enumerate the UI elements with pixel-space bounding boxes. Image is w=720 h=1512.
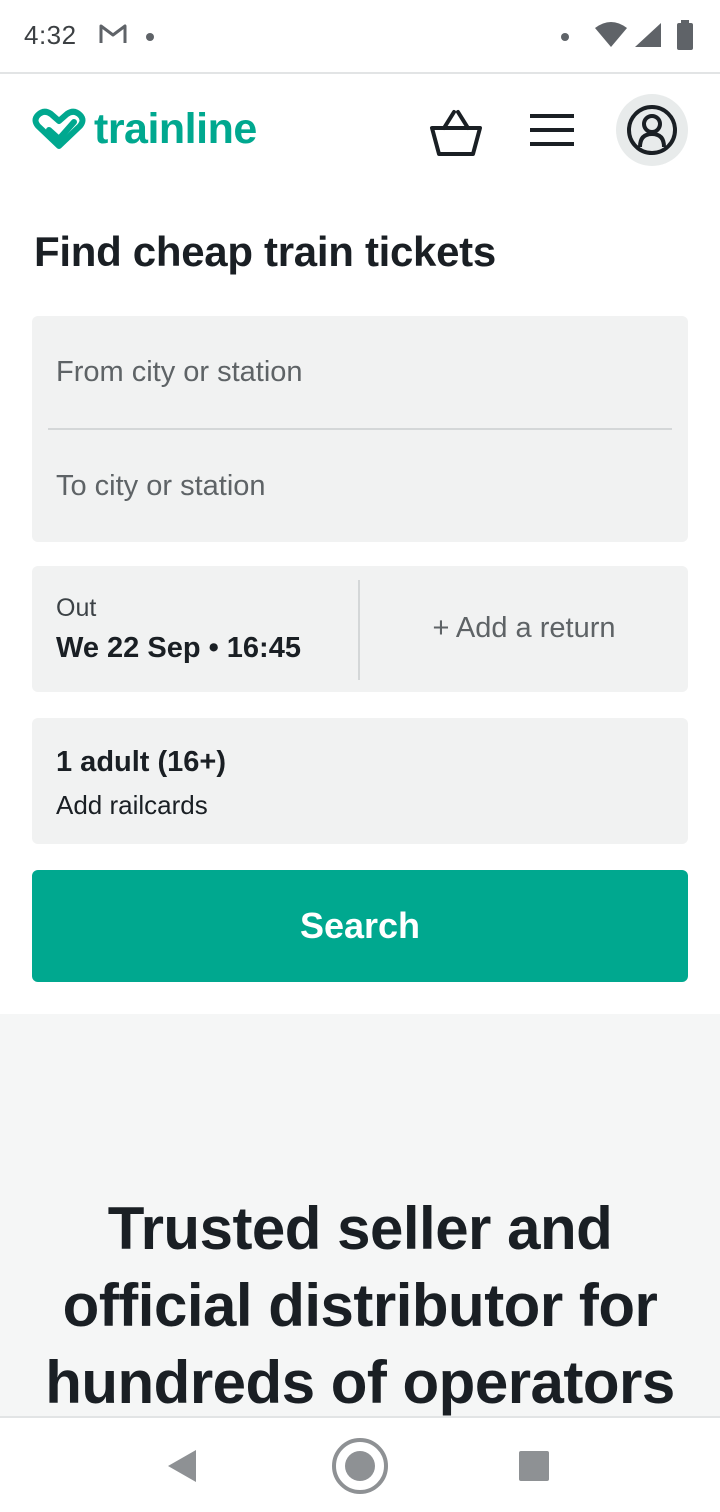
trusted-heading: Trusted seller and official distributor … xyxy=(0,1190,720,1416)
back-icon[interactable] xyxy=(166,1448,198,1484)
trusted-section: Trusted seller and official distributor … xyxy=(0,1014,720,1416)
navigation-bar xyxy=(0,1416,720,1512)
trainline-logo-icon xyxy=(32,108,86,149)
notification-dot-icon xyxy=(146,33,154,41)
trusted-heading-line: hundreds of operators xyxy=(45,1349,675,1416)
passenger-count: 1 adult (16+) xyxy=(56,746,227,778)
search-button[interactable]: Search xyxy=(32,870,688,982)
date-selector: Out We 22 Sep • 16:45 + Add a return xyxy=(32,566,688,692)
home-icon[interactable] xyxy=(330,1436,390,1496)
station-divider xyxy=(48,428,672,430)
trusted-heading-line: official distributor for xyxy=(62,1272,658,1339)
recents-icon[interactable] xyxy=(518,1450,550,1482)
passenger-selector[interactable]: 1 adult (16+) Add railcards xyxy=(32,718,688,844)
page-title: Find cheap train tickets xyxy=(34,228,496,275)
trusted-heading-line: Trusted seller and xyxy=(107,1195,613,1262)
add-return-button[interactable]: + Add a return xyxy=(360,612,688,645)
brand-name: trainline xyxy=(94,105,257,153)
station-selector: From city or station To city or station xyxy=(32,316,688,542)
from-station-input[interactable]: From city or station xyxy=(56,356,303,389)
menu-icon[interactable] xyxy=(528,110,576,150)
gmail-icon xyxy=(99,24,127,43)
status-bar: 4:32 xyxy=(0,0,720,74)
wifi-icon xyxy=(595,22,627,47)
account-button[interactable] xyxy=(616,94,688,166)
out-date-value: We 22 Sep • 16:45 xyxy=(56,632,301,664)
battery-icon xyxy=(677,20,693,50)
to-station-input[interactable]: To city or station xyxy=(56,470,266,503)
signal-icon xyxy=(635,23,661,47)
add-railcards-link[interactable]: Add railcards xyxy=(56,790,208,821)
trainline-logo[interactable]: trainline xyxy=(32,105,257,153)
basket-icon[interactable] xyxy=(428,106,484,158)
status-dot-icon xyxy=(561,33,569,41)
status-time: 4:32 xyxy=(24,20,77,50)
account-icon xyxy=(627,105,677,155)
header: trainline xyxy=(0,76,720,186)
out-label: Out xyxy=(56,594,97,622)
